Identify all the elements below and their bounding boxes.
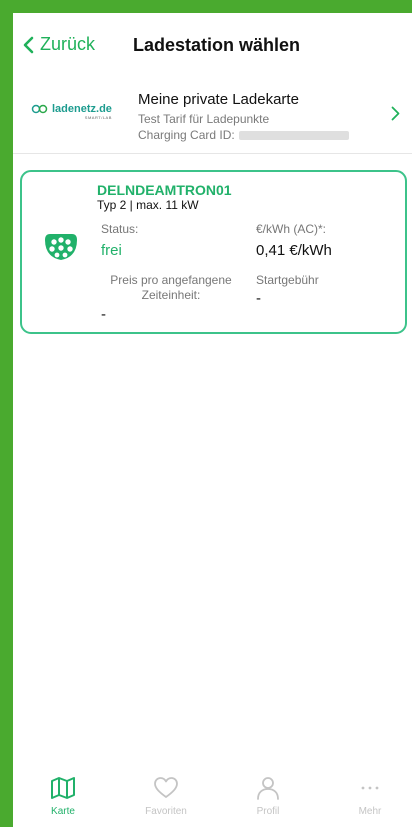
logo-subtext: SMART/LAB (84, 115, 112, 120)
nav-label-favoriten: Favoriten (145, 806, 187, 817)
more-icon (361, 786, 379, 790)
nav-item-karte[interactable]: Karte (33, 773, 93, 827)
price-value: 0,41 €/kWh (256, 242, 332, 259)
back-label: Zurück (40, 34, 96, 54)
time-price-label: Preis pro angefangene Zeiteinheit: (110, 273, 232, 302)
charging-card-row[interactable]: ladenetz.de SMART/LAB Meine private Lade… (13, 75, 412, 154)
map-icon (51, 777, 75, 799)
nav-item-profil[interactable]: Profil (238, 773, 298, 827)
logo-text: ladenetz.de (52, 103, 112, 115)
nav-label-profil: Profil (256, 806, 280, 817)
logo-mark-icon (31, 104, 48, 114)
header: Zurück Ladestation wählen (13, 13, 412, 61)
nav-item-mehr[interactable]: Mehr (340, 773, 400, 827)
nav-label-mehr: Mehr (358, 806, 382, 817)
app-screen: Zurück Ladestation wählen ladenetz.de SM… (13, 13, 412, 827)
back-button[interactable]: Zurück (23, 34, 95, 55)
bottom-nav: Karte Favoriten Profil Mehr (13, 773, 412, 827)
card-id-line: Charging Card ID: (138, 127, 349, 143)
card-info: Meine private Ladekarte Test Tarif für L… (138, 91, 349, 143)
nav-item-favoriten[interactable]: Favoriten (136, 773, 196, 827)
price-label: €/kWh (AC)*: (256, 222, 327, 236)
status-label: Status: (101, 222, 139, 236)
card-title: Meine private Ladekarte (138, 91, 299, 108)
chevron-left-icon (23, 36, 34, 53)
status-value: frei (101, 242, 122, 259)
station-card[interactable]: DELNDEAMTRON01 Typ 2 | max. 11 kW Status… (20, 170, 407, 334)
time-price-value: - (101, 306, 106, 323)
ladenetz-logo: ladenetz.de SMART/LAB (31, 103, 112, 121)
station-name: DELNDEAMTRON01 (97, 182, 232, 198)
chevron-right-icon (391, 106, 400, 121)
card-tariff: Test Tarif für Ladepunkte (138, 112, 270, 126)
nav-label-karte: Karte (51, 806, 75, 817)
start-fee-value: - (256, 290, 261, 307)
card-id-label: Charging Card ID: (138, 128, 235, 142)
station-type: Typ 2 | max. 11 kW (97, 198, 199, 212)
start-fee-label: Startgebühr (256, 273, 319, 287)
page-title: Ladestation wählen (133, 35, 301, 55)
person-icon (257, 777, 279, 800)
heart-icon (154, 777, 178, 798)
type2-plug-icon (45, 234, 77, 260)
redacted-card-id (238, 131, 349, 141)
